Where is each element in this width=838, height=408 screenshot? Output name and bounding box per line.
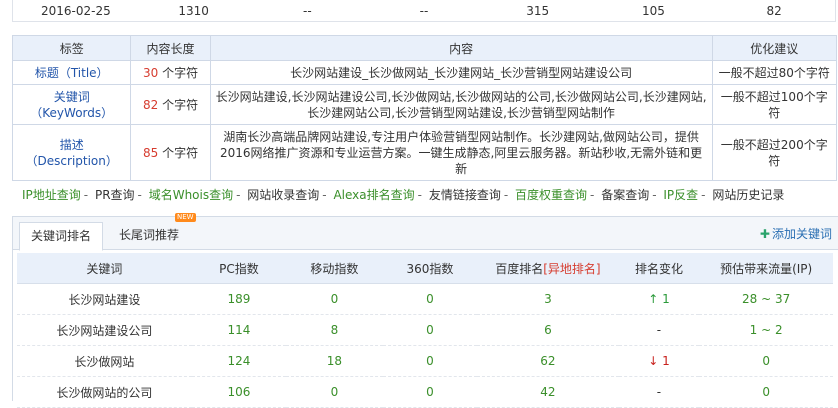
tab-longtail[interactable]: 长尾词推荐 <box>103 222 195 249</box>
change-cell: - <box>618 314 700 346</box>
table-row: 长沙做网站 124 18 0 62 ↓ 1 0 <box>17 345 833 377</box>
mobile-cell: 0 <box>286 376 383 408</box>
col-mobile: 移动指数 <box>286 253 383 284</box>
char-count: 30 <box>143 65 159 80</box>
length-cell: 30 个字符 <box>130 60 211 85</box>
date-cell: 2016-02-25 <box>40 3 111 18</box>
arrow-up-icon: ↑ <box>648 292 659 306</box>
col-change[interactable]: 排名变化 <box>618 253 700 284</box>
link-friend-links[interactable]: 友情链接查询 <box>429 188 501 202</box>
add-keyword-button[interactable]: ✚ 添加关键词 <box>760 225 832 242</box>
char-unit: 个字符 <box>162 97 199 112</box>
link-ip-lookup[interactable]: IP地址查询 <box>22 188 81 202</box>
content-cell: 长沙网站建设,长沙网站建设公司,长沙做网站,长沙做网站的公司,长沙做网站公司,长… <box>209 84 713 125</box>
col-360: 360指数 <box>382 253 478 284</box>
pc-cell: 106 <box>191 376 287 408</box>
content-cell: 湖南长沙高端品牌网站建设,专注用户体验营销型网站制作。长沙建网站,做网站公司，提… <box>209 124 713 181</box>
link-whois[interactable]: 域名Whois查询 <box>149 188 233 202</box>
header-length: 内容长度 <box>130 35 211 61</box>
mobile-cell: 0 <box>286 283 383 315</box>
keyword-cell: 长沙网站建设公司 <box>17 314 192 346</box>
link-baidu-weight[interactable]: 百度权重查询 <box>515 188 587 202</box>
col-baidu: 百度排名[异地排名] <box>477 253 619 284</box>
stats-top-row: 2016-02-25 1310 -- -- 315 105 82 <box>12 0 836 22</box>
s360-cell: 0 <box>382 345 478 377</box>
quick-links-bar: IP地址查询 - PR查询 - 域名Whois查询 - 网站收录查询 - Alexa排名… <box>22 188 785 202</box>
stat-cell: 1310 <box>178 3 209 18</box>
table-row: 长沙网站建设公司 114 8 0 6 - 1 ~ 2 <box>17 314 833 346</box>
s360-cell: 0 <box>382 283 478 315</box>
content-cell: 长沙网站建设_长沙做网站_长沙建网站_长沙营销型网站建设公司 <box>209 60 713 85</box>
baidu-cell[interactable]: 62 <box>477 345 619 377</box>
char-unit: 个字符 <box>162 145 199 160</box>
new-badge: NEW <box>175 213 196 222</box>
length-cell: 82 个字符 <box>130 84 211 125</box>
col-pc: PC指数 <box>191 253 287 284</box>
change-cell: ↑ 1 <box>618 283 700 315</box>
link-history[interactable]: 网站历史记录 <box>712 188 784 202</box>
traffic-cell: 0 <box>699 376 833 408</box>
header-content: 内容 <box>209 35 713 61</box>
char-count: 85 <box>143 145 159 160</box>
link-index[interactable]: 网站收录查询 <box>247 188 319 202</box>
tag-keywords[interactable]: 关键词（KeyWords） <box>11 84 132 125</box>
header-advice: 优化建议 <box>711 35 838 61</box>
link-alexa[interactable]: Alexa排名查询 <box>333 188 414 202</box>
traffic-cell: 0 <box>699 345 833 377</box>
stat-cell: 105 <box>641 3 665 18</box>
keyword-cell: 长沙做网站的公司 <box>17 376 192 408</box>
tag-description[interactable]: 描述（Description） <box>11 124 132 181</box>
s360-cell: 0 <box>382 314 478 346</box>
table-row: 长沙网站建设 189 0 0 3 ↑ 1 28 ~ 37 <box>17 283 833 315</box>
keyword-ranking-panel: 关键词排名 长尾词推荐 NEW ✚ 添加关键词 关键词 PC指数 移动指数 360… <box>12 213 838 408</box>
advice-cell: 一般不超过80个字符 <box>711 60 838 85</box>
link-pr[interactable]: PR查询 <box>95 188 135 202</box>
s360-cell: 0 <box>382 376 478 408</box>
mobile-cell: 18 <box>286 345 383 377</box>
pc-cell: 189 <box>191 283 287 315</box>
pc-cell: 124 <box>191 345 287 377</box>
stat-cell: -- <box>419 3 429 18</box>
link-icp[interactable]: 备案查询 <box>601 188 649 202</box>
tab-keyword-ranking[interactable]: 关键词排名 <box>19 222 103 251</box>
baidu-cell[interactable]: 42 <box>477 376 619 408</box>
traffic-cell: 28 ~ 37 <box>699 283 833 315</box>
header-tag: 标签 <box>11 35 132 61</box>
arrow-down-icon: ↓ <box>648 354 659 368</box>
col-keyword: 关键词 <box>17 253 192 284</box>
table-row: 长沙做网站的公司 106 0 0 42 - 0 <box>17 376 833 408</box>
link-ip-reverse[interactable]: IP反查 <box>663 188 698 202</box>
baidu-cell[interactable]: 6 <box>477 314 619 346</box>
change-cell: ↓ 1 <box>618 345 700 377</box>
stat-cell: 82 <box>766 3 782 18</box>
change-cell: - <box>618 376 700 408</box>
col-traffic: 预估带来流量(IP) <box>699 253 833 284</box>
advice-cell: 一般不超过200个字符 <box>711 124 838 181</box>
plus-icon: ✚ <box>759 227 770 241</box>
char-unit: 个字符 <box>162 65 199 80</box>
keyword-cell: 长沙网站建设 <box>17 283 192 315</box>
char-count: 82 <box>143 97 159 112</box>
advice-cell: 一般不超过100个字符 <box>711 84 838 125</box>
baidu-cell[interactable]: 3 <box>477 283 619 315</box>
mobile-cell: 8 <box>286 314 383 346</box>
stat-cell: 315 <box>526 3 550 18</box>
seo-info-table: 标签 内容长度 内容 优化建议 标题（Title） 30 个字符 长沙网站建设_… <box>11 35 838 181</box>
pc-cell: 114 <box>191 314 287 346</box>
keyword-table: 关键词 PC指数 移动指数 360指数 百度排名[异地排名] 排名变化 预估带来… <box>17 253 833 408</box>
keyword-cell: 长沙做网站 <box>17 345 192 377</box>
length-cell: 85 个字符 <box>130 124 211 181</box>
traffic-cell: 1 ~ 2 <box>699 314 833 346</box>
panel-tabs: 关键词排名 长尾词推荐 NEW ✚ 添加关键词 <box>13 213 838 251</box>
add-keyword-label: 添加关键词 <box>771 227 832 241</box>
tag-title[interactable]: 标题（Title） <box>11 60 132 85</box>
col-baidu-local[interactable]: [异地排名] <box>543 262 600 276</box>
stat-cell: -- <box>302 3 312 18</box>
